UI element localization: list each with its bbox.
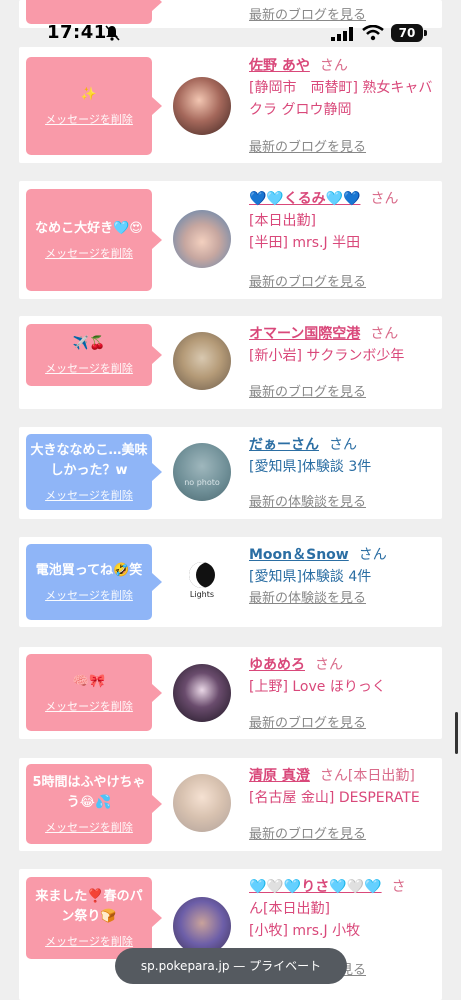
delete-message-link[interactable]: メッセージを削除 <box>45 698 133 714</box>
review-count: [愛知県]体験談 3件 <box>249 459 372 475</box>
profile-name-link[interactable]: 清原 真澄 <box>249 768 310 784</box>
message-bubble: 電池買ってね🤣笑 メッセージを削除 <box>26 544 162 620</box>
url-bar[interactable]: sp.pokepara.jp — プライベート <box>115 948 347 984</box>
status-time: 17:41 <box>47 22 107 43</box>
avatar[interactable] <box>173 210 231 268</box>
message-bubble: ✈️🍒 メッセージを削除 <box>26 324 162 386</box>
shop-name: [新小岩] サクランボ少年 <box>249 348 405 364</box>
latest-blog-link[interactable]: 最新のブログを見る <box>249 271 366 290</box>
scroll-indicator[interactable] <box>455 712 458 754</box>
profile-name-link[interactable]: ゆあめろ <box>249 657 305 673</box>
message-card: 電池買ってね🤣笑 メッセージを削除 Lights Moon＆Snow さん [愛知… <box>19 537 442 627</box>
honorific: さ <box>391 879 406 895</box>
delete-message-link[interactable]: メッセージを削除 <box>45 587 133 603</box>
review-count: [愛知県]体験談 4件 <box>249 569 372 585</box>
message-text: 大きななめこ…美味しかった？w <box>30 443 148 478</box>
status-bar: 17:41 70 <box>0 18 461 52</box>
honorific: さん <box>358 547 387 563</box>
latest-blog-link[interactable]: 最新のブログを見る <box>249 823 366 842</box>
avatar[interactable] <box>173 897 231 955</box>
avatar[interactable] <box>173 332 231 390</box>
shop-name: [半田] mrs.J 半田 <box>249 235 361 251</box>
logo-text: Lights <box>189 589 215 599</box>
profile-info: 佐野 あや さん [静岡市 両替町] 熟女キャバクラ グロウ静岡 <box>249 55 437 121</box>
message-bubble: 🧠🎀 メッセージを削除 <box>26 654 162 731</box>
message-text: ✈️🍒 <box>72 336 106 351</box>
profile-info: 清原 真澄 さん[本日出勤] [名古屋 金山] DESPERATE <box>249 765 437 809</box>
latest-review-link[interactable]: 最新の体験談を見る <box>249 491 366 510</box>
cellular-signal-icon <box>331 27 353 41</box>
message-text: なめこ大好き🩵😍 <box>35 221 143 236</box>
profile-info: 🩵🤍🩵りさ🩵🤍🩵 さ ん[本日出勤] [小牧] mrs.J 小牧 <box>249 876 437 942</box>
message-bubble: 大きななめこ…美味しかった？w メッセージを削除 <box>26 434 162 510</box>
message-text: 5時間はふやけちゃう😂💦 <box>32 775 146 810</box>
avatar[interactable] <box>173 774 231 832</box>
shop-name: [上野] Love ほりっく <box>249 679 386 695</box>
message-text: 来ました❣️春のパン祭り🍞 <box>35 889 143 924</box>
message-bubble: 来ました❣️春のパン祭り🍞 メッセージを削除 <box>26 877 162 959</box>
shop-status: ん[本日出勤] <box>249 901 330 917</box>
avatar[interactable] <box>173 664 231 722</box>
delete-message-link[interactable]: メッセージを削除 <box>45 487 133 503</box>
latest-blog-link[interactable]: 最新のブログを見る <box>249 712 366 731</box>
delete-message-link[interactable]: メッセージを削除 <box>45 111 133 127</box>
delete-message-link[interactable]: メッセージを削除 <box>45 245 133 261</box>
profile-info: Moon＆Snow さん [愛知県]体験談 4件 <box>249 544 437 588</box>
latest-review-link[interactable]: 最新の体験談を見る <box>249 587 366 606</box>
bell-muted-icon <box>105 25 120 41</box>
delete-message-link[interactable]: メッセージを削除 <box>45 819 133 835</box>
profile-name-link[interactable]: 🩵🤍🩵りさ🩵🤍🩵 <box>249 879 382 895</box>
profile-name-link[interactable]: オマーン国際空港 <box>249 326 360 342</box>
avatar-no-photo[interactable]: no photo <box>173 443 231 501</box>
latest-blog-link[interactable]: 最新のブログを見る <box>249 381 366 400</box>
shop-name: [名古屋 金山] DESPERATE <box>249 790 420 806</box>
shop-status: [本日出勤] <box>249 213 316 229</box>
profile-name-link[interactable]: Moon＆Snow <box>249 547 349 563</box>
honorific: さん <box>329 437 357 453</box>
avatar[interactable] <box>173 77 231 135</box>
no-photo-label: no photo <box>184 478 220 487</box>
profile-name-link[interactable]: だぁーさん <box>249 437 319 453</box>
avatar-logo[interactable]: Lights <box>173 551 231 609</box>
message-bubble: なめこ大好き🩵😍 メッセージを削除 <box>26 189 162 291</box>
message-card: なめこ大好き🩵😍 メッセージを削除 💙🩵くるみ🩵💙 さん [本日出勤] [半田] … <box>19 181 442 299</box>
profile-info: ゆあめろ さん [上野] Love ほりっく <box>249 654 437 698</box>
message-text: 🧠🎀 <box>72 673 106 689</box>
honorific: さん <box>315 657 343 673</box>
message-card: 🧠🎀 メッセージを削除 ゆあめろ さん [上野] Love ほりっく 最新のブログ… <box>19 647 442 739</box>
latest-blog-link[interactable]: 最新のブログを見る <box>249 136 366 155</box>
message-card: 大きななめこ…美味しかった？w メッセージを削除 no photo だぁーさんさ… <box>19 427 442 519</box>
honorific: さん <box>319 58 348 74</box>
battery-tip <box>424 30 427 36</box>
profile-info: 💙🩵くるみ🩵💙 さん [本日出勤] [半田] mrs.J 半田 <box>249 188 437 254</box>
message-card: 5時間はふやけちゃう😂💦 メッセージを削除 清原 真澄 さん[本日出勤] [名古屋… <box>19 758 442 851</box>
message-card: ✨ メッセージを削除 佐野 あや さん [静岡市 両替町] 熟女キャバクラ グロウ… <box>19 47 442 163</box>
profile-info: だぁーさん さん [愛知県]体験談 3件 <box>249 434 437 478</box>
honorific: さん <box>370 326 399 342</box>
shop-name: [小牧] mrs.J 小牧 <box>249 923 361 939</box>
delete-message-link[interactable]: メッセージを削除 <box>45 360 133 376</box>
honorific: さん[本日出勤] <box>319 768 415 784</box>
profile-info: オマーン国際空港 さん [新小岩] サクランボ少年 <box>249 323 437 367</box>
message-text: ✨ <box>80 87 98 102</box>
message-bubble: 5時間はふやけちゃう😂💦 メッセージを削除 <box>26 764 162 844</box>
moon-icon <box>189 561 215 588</box>
wifi-icon <box>362 25 384 41</box>
honorific: さん <box>370 191 399 207</box>
shop-name: [静岡市 両替町] 熟女キャバクラ グロウ静岡 <box>249 80 433 118</box>
message-bubble: ✨ メッセージを削除 <box>26 57 162 155</box>
delete-message-link[interactable]: メッセージを削除 <box>45 933 133 949</box>
profile-name-link[interactable]: 佐野 あや <box>249 58 310 74</box>
message-text: 電池買ってね🤣笑 <box>35 563 143 578</box>
profile-name-link[interactable]: 💙🩵くるみ🩵💙 <box>249 191 360 207</box>
battery-indicator: 70 <box>391 24 423 42</box>
message-card: ✈️🍒 メッセージを削除 オマーン国際空港 さん [新小岩] サクランボ少年 最新… <box>19 316 442 409</box>
